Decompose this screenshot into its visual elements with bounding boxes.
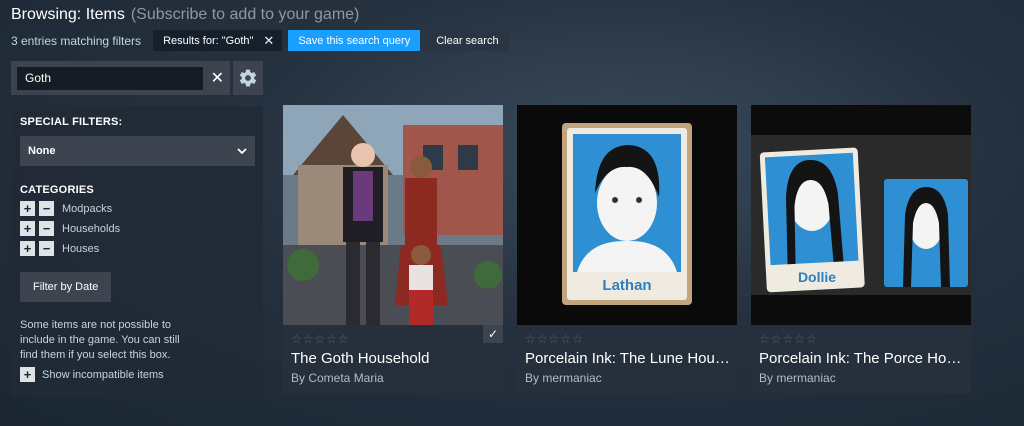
minus-icon[interactable]: − bbox=[39, 221, 54, 236]
category-label: Households bbox=[62, 222, 121, 235]
search-toolbar: 3 entries matching filters Results for: … bbox=[11, 30, 509, 51]
item-title[interactable]: The Goth Household bbox=[291, 350, 497, 367]
plus-icon[interactable]: + bbox=[20, 201, 35, 216]
item-author[interactable]: By mermaniac bbox=[525, 371, 602, 385]
close-icon[interactable]: ✕ bbox=[263, 33, 274, 49]
search-term-chip: Results for: "Goth" ✕ bbox=[153, 30, 283, 51]
filter-by-date-button[interactable]: Filter by Date bbox=[20, 272, 112, 302]
minus-icon[interactable]: − bbox=[39, 241, 54, 256]
portrait-label: Lathan bbox=[602, 277, 652, 294]
incompatible-note: Some items are not possible to include i… bbox=[20, 319, 180, 361]
plus-icon[interactable]: + bbox=[20, 367, 35, 382]
category-row-modpacks: + − Modpacks bbox=[20, 201, 254, 216]
item-card[interactable]: ☆☆☆☆☆ The Goth Household By Cometa Maria… bbox=[283, 105, 503, 393]
rating-stars: ☆☆☆☆☆ bbox=[525, 332, 584, 346]
item-title[interactable]: Porcelain Ink: The Porce Household bbox=[759, 350, 965, 367]
categories-label: CATEGORIES bbox=[20, 184, 94, 196]
checkmark-icon: ✓ bbox=[483, 325, 503, 343]
show-incompatible-toggle[interactable]: + Show incompatible items bbox=[20, 367, 254, 382]
portrait-cards-image bbox=[751, 135, 971, 295]
portrait-label: Dollie bbox=[797, 269, 837, 285]
match-count: 3 entries matching filters bbox=[11, 33, 142, 48]
clear-search-button[interactable]: Clear search bbox=[426, 30, 509, 51]
page-title-text: Browsing: Items bbox=[11, 6, 125, 23]
category-label: Modpacks bbox=[62, 202, 113, 215]
page-subtitle: (Subscribe to add to your game) bbox=[130, 6, 360, 23]
page-title: Browsing: Items (Subscribe to add to your… bbox=[11, 6, 359, 24]
rating-stars: ☆☆☆☆☆ bbox=[291, 332, 350, 346]
page-header: Browsing: Items (Subscribe to add to your… bbox=[11, 6, 359, 24]
search-input[interactable] bbox=[17, 66, 203, 90]
search-box: ✕ bbox=[11, 61, 230, 95]
settings-button[interactable] bbox=[233, 61, 263, 95]
item-thumbnail[interactable] bbox=[283, 105, 503, 325]
category-label: Houses bbox=[62, 242, 100, 255]
family-scene-image bbox=[283, 105, 503, 325]
item-author[interactable]: By mermaniac bbox=[759, 371, 836, 385]
item-title[interactable]: Porcelain Ink: The Lune Household bbox=[525, 350, 731, 367]
item-author[interactable]: By Cometa Maria bbox=[291, 371, 384, 385]
clear-search-icon[interactable]: ✕ bbox=[211, 68, 224, 88]
item-thumbnail[interactable]: Lathan bbox=[517, 105, 737, 325]
chevron-down-icon bbox=[237, 147, 247, 154]
minus-icon[interactable]: − bbox=[39, 201, 54, 216]
rating-stars: ☆☆☆☆☆ bbox=[759, 332, 818, 346]
plus-icon[interactable]: + bbox=[20, 241, 35, 256]
item-thumbnail[interactable]: Dollie bbox=[751, 105, 971, 325]
search-term-chip-label: Results for: "Goth" bbox=[163, 34, 254, 47]
gear-icon bbox=[239, 69, 257, 87]
category-row-households: + − Households bbox=[20, 221, 254, 236]
special-filters-value: None bbox=[28, 145, 56, 157]
show-incompatible-label: Show incompatible items bbox=[42, 368, 164, 381]
save-search-button[interactable]: Save this search query bbox=[288, 30, 421, 51]
item-card[interactable]: Lathan ☆☆☆☆☆ Porcelain Ink: The Lune Hou… bbox=[517, 105, 737, 393]
filters-sidebar: SPECIAL FILTERS: None CATEGORIES + − Modp… bbox=[11, 106, 263, 396]
special-filters-label: SPECIAL FILTERS: bbox=[20, 116, 123, 128]
special-filters-dropdown[interactable]: None bbox=[20, 136, 255, 166]
category-row-houses: + − Houses bbox=[20, 241, 254, 256]
items-grid: ☆☆☆☆☆ The Goth Household By Cometa Maria… bbox=[283, 105, 971, 393]
item-card[interactable]: Dollie ☆☆☆☆☆ Porcelain Ink: The Porce Ho… bbox=[751, 105, 971, 393]
plus-icon[interactable]: + bbox=[20, 221, 35, 236]
